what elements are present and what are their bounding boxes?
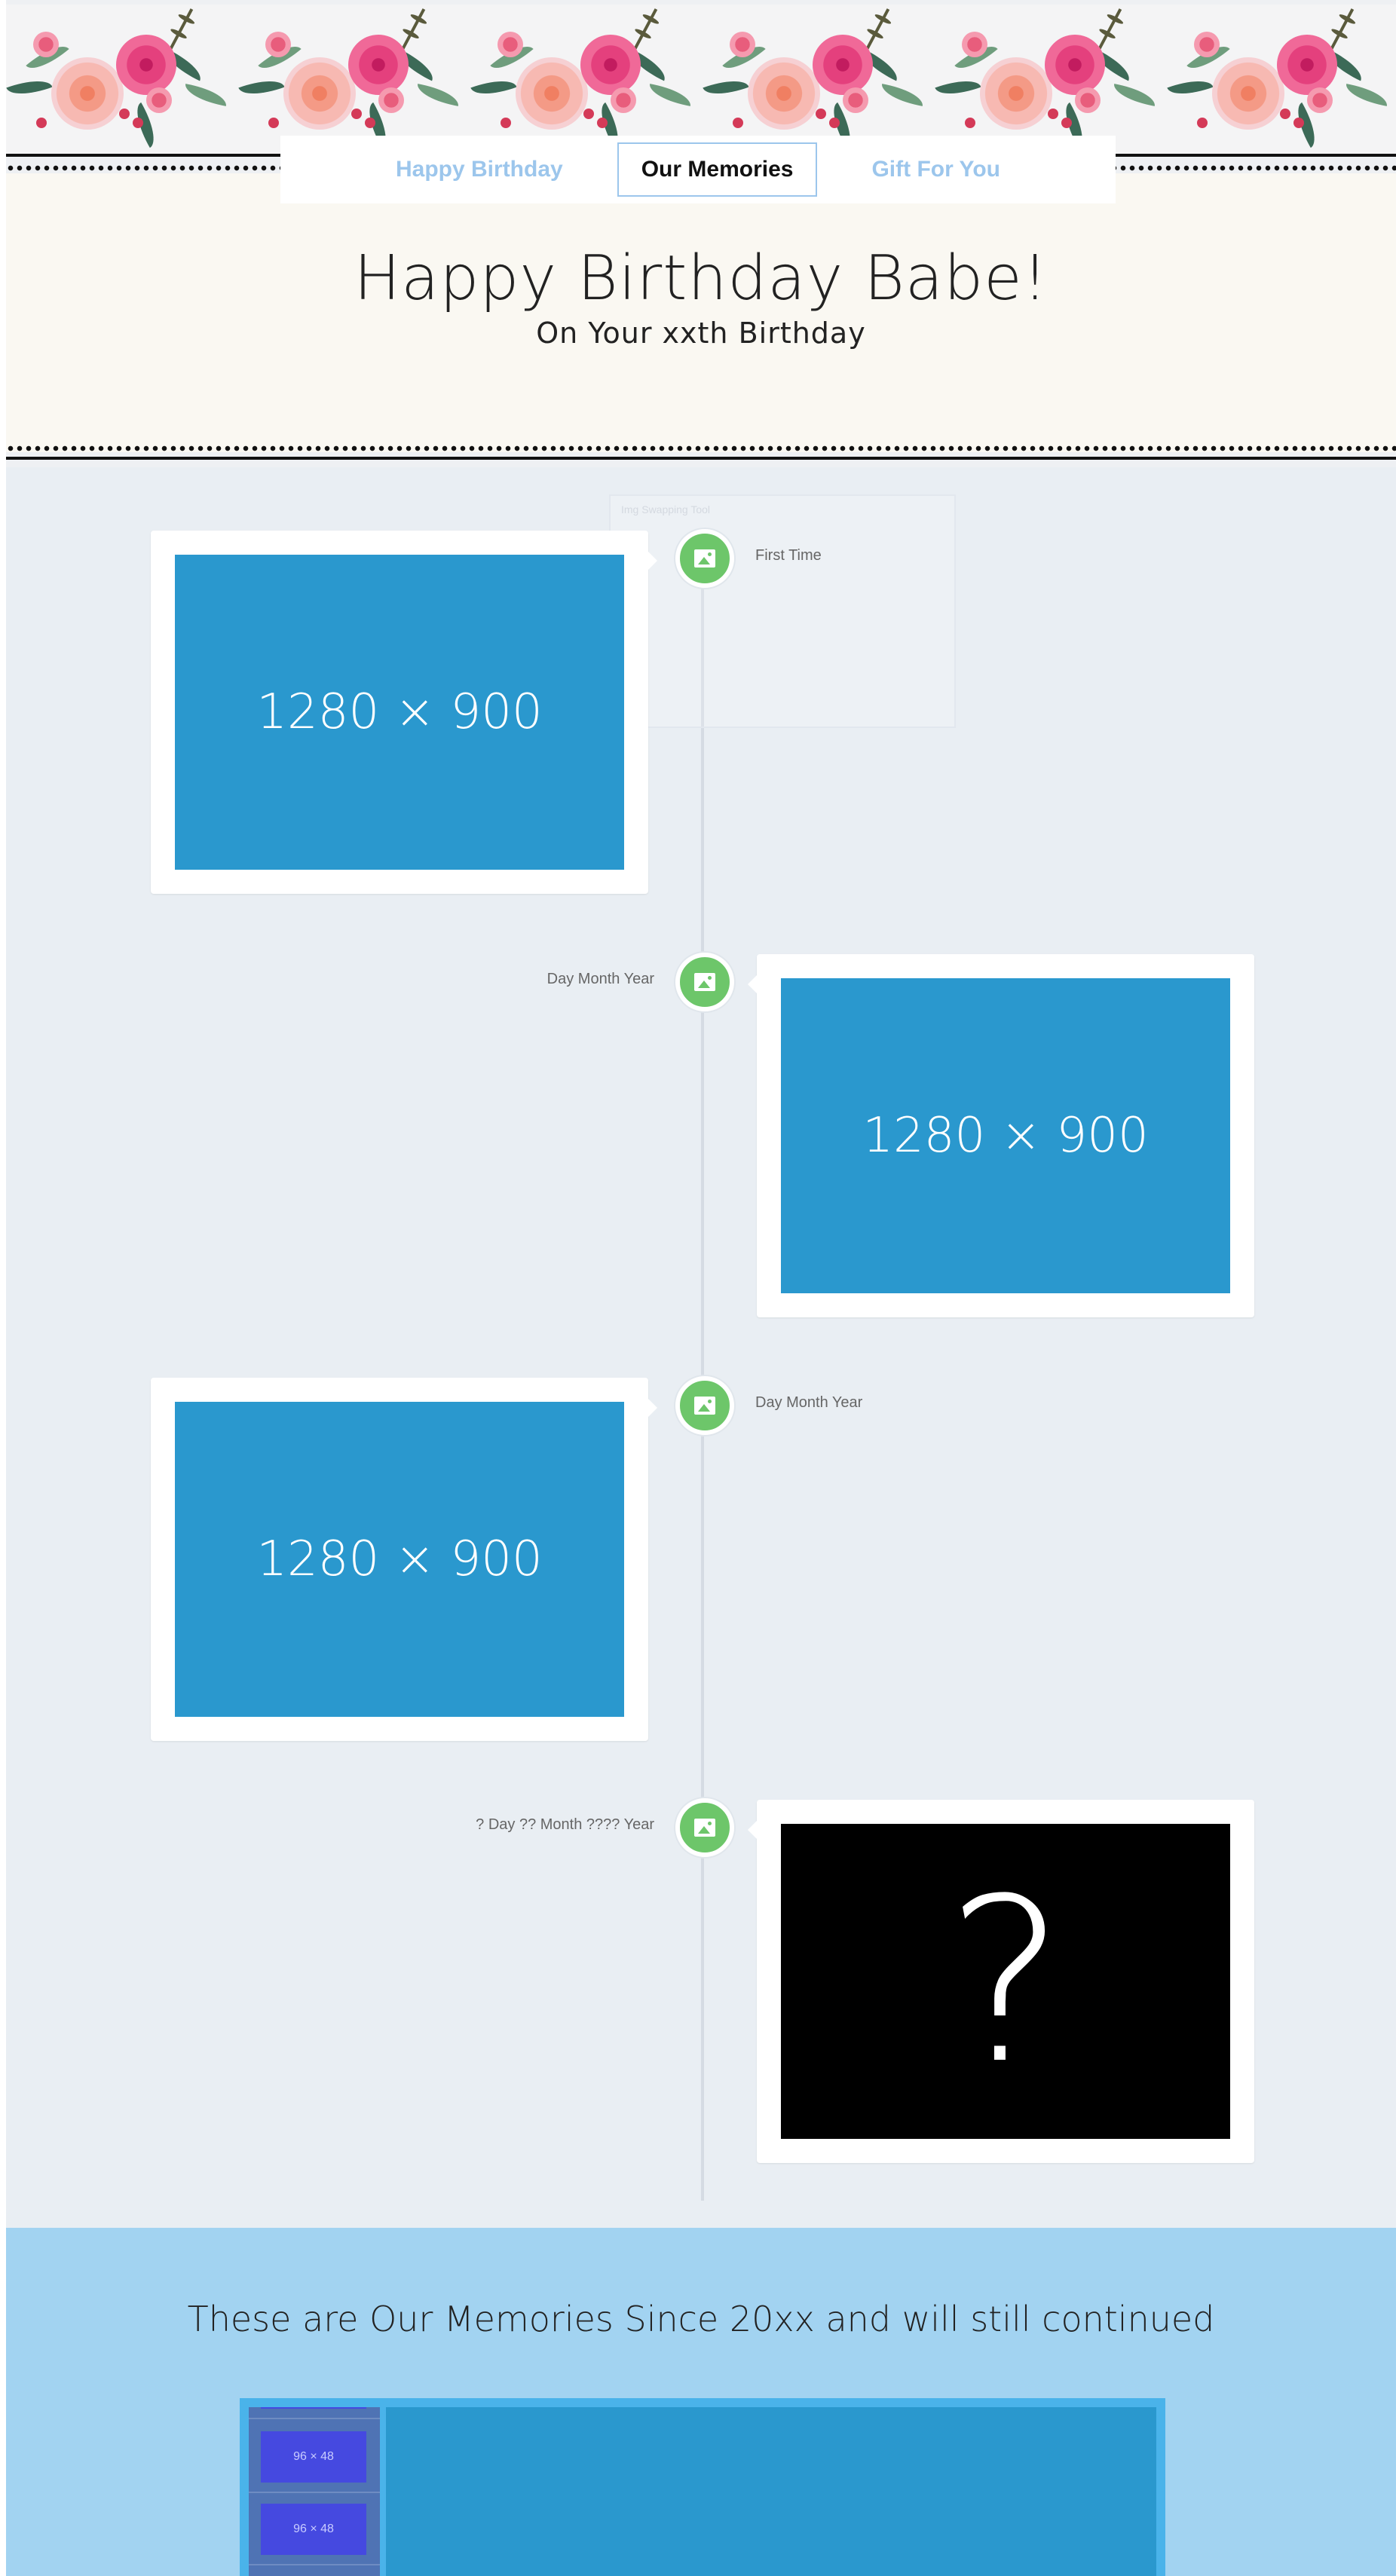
timeline-line (701, 543, 704, 2201)
image-icon (694, 1397, 715, 1415)
timeline-marker-1 (675, 529, 734, 588)
image-icon (694, 1819, 715, 1837)
timeline-card-1: 1280 × 900 (151, 531, 657, 894)
page-title: Happy Birthday Babe! (354, 243, 1049, 314)
thumbnail-strip[interactable]: 96 × 48 96 × 48 (249, 2407, 380, 2576)
timeline-marker-3 (675, 1376, 734, 1435)
nav-our-memories[interactable]: Our Memories (617, 142, 818, 197)
thumbnail-partial[interactable] (249, 2407, 380, 2419)
flower-bouquet (932, 5, 1165, 155)
flower-bouquet (1164, 5, 1396, 155)
page-subtitle: On Your xxth Birthday (536, 317, 866, 350)
thumbnail-2-image: 96 × 48 (261, 2504, 366, 2555)
ghost-overlay: Img Swapping Tool (609, 494, 956, 728)
image-icon (694, 549, 715, 568)
timeline-card-2: 1280 × 900 (748, 954, 1254, 1317)
page: Happy Birthday Our Memories Gift For You… (6, 0, 1396, 2576)
timeline-marker-4 (675, 1798, 734, 1857)
ghost-overlay-text: Img Swapping Tool (621, 503, 711, 516)
thumbnail-1-image: 96 × 48 (261, 2431, 366, 2483)
thumbnail-2[interactable]: 96 × 48 (249, 2493, 380, 2565)
main-nav: Happy Birthday Our Memories Gift For You (280, 136, 1116, 203)
flower-bouquet (235, 5, 469, 155)
flower-bouquet (467, 5, 701, 155)
memories-timeline: Img Swapping Tool 1280 × 900 First Time … (6, 467, 1396, 2228)
gallery-main-image (386, 2407, 1156, 2576)
timeline-marker-2 (675, 953, 734, 1011)
timeline-card-4: ? (748, 1800, 1254, 2163)
flower-bouquet (6, 5, 237, 155)
memories-gallery: 96 × 48 96 × 48 (240, 2398, 1165, 2576)
timeline-date-4: ? Day ?? Month ???? Year (476, 1816, 654, 1833)
timeline-image-1: 1280 × 900 (175, 555, 624, 870)
timeline-card-3: 1280 × 900 (151, 1378, 657, 1741)
timeline-image-4: ? (781, 1824, 1230, 2139)
timeline-date-2: Day Month Year (546, 971, 654, 987)
memories-title: These are Our Memories Since 20xx and wi… (187, 2299, 1215, 2339)
timeline-date-3: Day Month Year (755, 1394, 863, 1411)
memories-section: These are Our Memories Since 20xx and wi… (6, 2228, 1396, 2576)
timeline-image-2: 1280 × 900 (781, 978, 1230, 1293)
dotted-border-bottom (6, 443, 1396, 467)
nav-happy-birthday[interactable]: Happy Birthday (372, 142, 587, 197)
timeline-image-3: 1280 × 900 (175, 1402, 624, 1717)
nav-gift-for-you[interactable]: Gift For You (847, 142, 1024, 197)
thumbnail-1[interactable]: 96 × 48 (249, 2421, 380, 2493)
flower-bouquet (700, 5, 933, 155)
image-icon (694, 973, 715, 991)
timeline-date-1: First Time (755, 547, 822, 564)
floral-banner (6, 5, 1396, 155)
page-header: Happy Birthday Babe! On Your xxth Birthd… (6, 173, 1396, 452)
